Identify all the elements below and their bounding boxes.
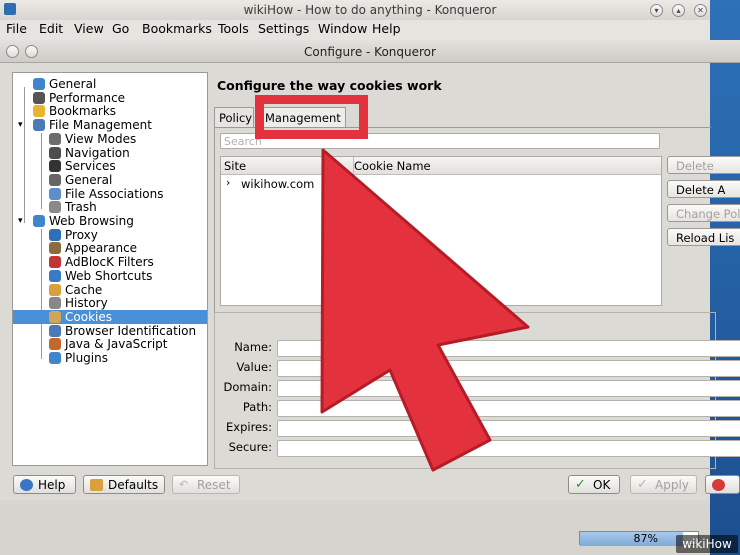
pointer-arrow-icon: [320, 148, 530, 472]
watermark: wikiHow: [676, 535, 738, 553]
